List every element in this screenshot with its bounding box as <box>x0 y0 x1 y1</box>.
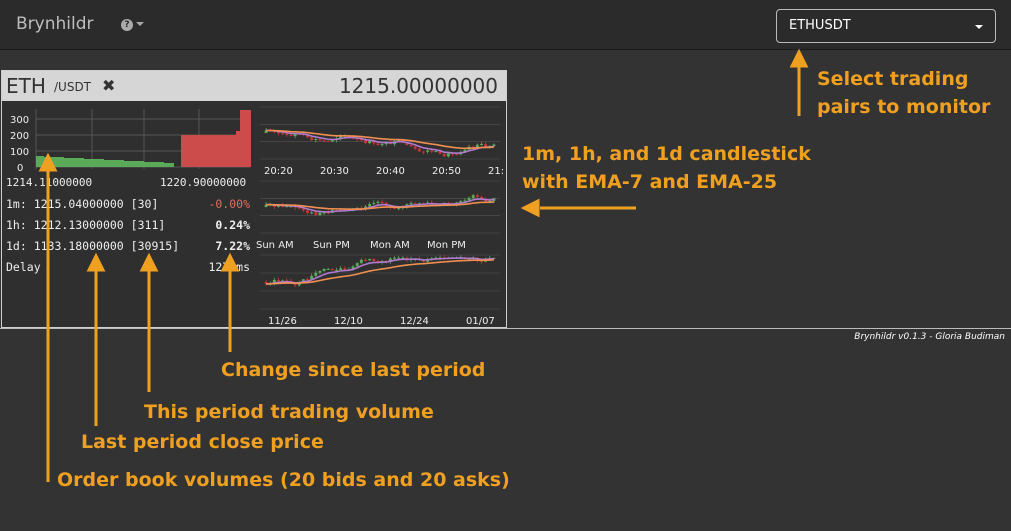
annotation-line: pairs to monitor <box>817 96 991 118</box>
annotation-change: Change since last period <box>221 359 486 381</box>
annotation-volume: This period trading volume <box>144 401 434 423</box>
arrow-head <box>86 252 106 272</box>
arrow-head <box>38 152 58 172</box>
arrow-head <box>220 252 240 272</box>
arrow-head <box>520 198 540 218</box>
annotation-close-price: Last period close price <box>81 431 324 453</box>
annotation-line: 1m, 1h, and 1d candlestick <box>522 143 811 165</box>
arrow-head <box>789 48 809 68</box>
arrow-head <box>139 252 159 272</box>
annotation-select-pairs: Select trading pairs to monitor <box>817 65 990 121</box>
annotation-line: Select trading <box>817 68 969 90</box>
annotation-line: with EMA-7 and EMA-25 <box>522 171 778 193</box>
annotation-order-book: Order book volumes (20 bids and 20 asks) <box>57 469 510 491</box>
annotation-candlesticks: 1m, 1h, and 1d candlestick with EMA-7 an… <box>522 140 811 196</box>
